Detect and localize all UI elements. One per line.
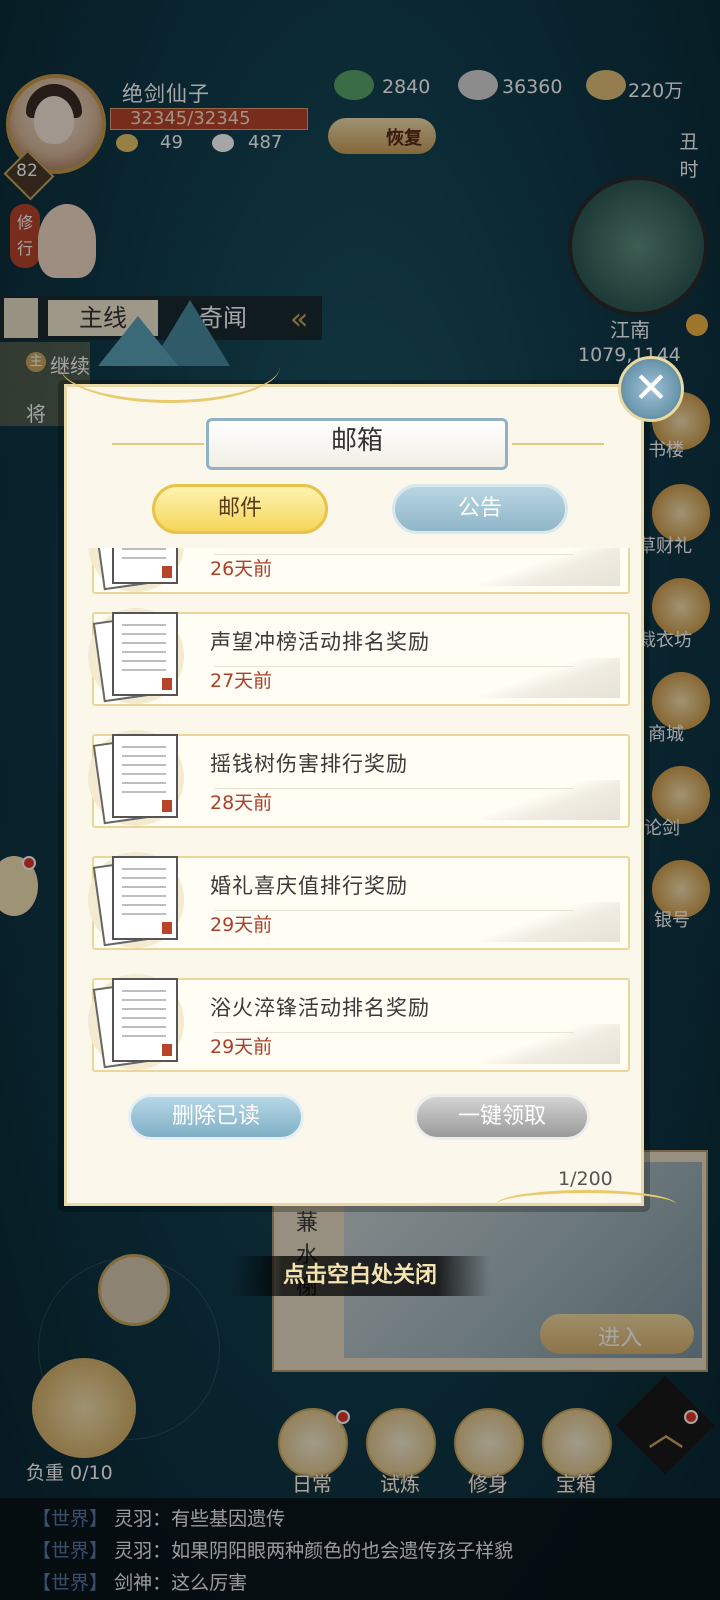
title-divider-right [512, 443, 604, 445]
mail-title: 婚礼喜庆值排行奖励 [210, 874, 408, 898]
mail-title: 摇钱树伤害排行奖励 [210, 752, 408, 776]
mail-date: 29天前 [210, 914, 273, 936]
mail-title: 浴火淬锋活动排名奖励 [210, 996, 430, 1020]
mail-count: 1/200 [558, 1168, 613, 1190]
mail-item[interactable]: 摇钱树伤害排行奖励 28天前 [84, 726, 630, 830]
title-divider-left [112, 443, 204, 445]
mail-date: 27天前 [210, 670, 273, 692]
mail-item[interactable]: 浴火淬锋活动排名奖励 29天前 [84, 970, 630, 1074]
mail-date: 28天前 [210, 792, 273, 814]
letter-icon [112, 612, 178, 696]
tab-mail[interactable]: 邮件 [152, 484, 328, 534]
delete-read-button[interactable]: 删除已读 [128, 1094, 304, 1140]
close-icon: ✕ [633, 363, 669, 412]
cloud-ornament [496, 1190, 676, 1219]
mail-item[interactable]: 婚礼喜庆值排行奖励 29天前 [84, 848, 630, 952]
mail-item[interactable]: 声望冲榜活动排名奖励 27天前 [84, 604, 630, 708]
mail-date: 26天前 [210, 558, 273, 580]
mail-title: 声望冲榜活动排名奖励 [210, 630, 430, 654]
cloud-ornament [60, 330, 280, 403]
mail-list[interactable]: 26天前 声望冲榜活动排名奖励 27天前 摇钱树伤害排行奖励 28天前 婚礼喜庆… [84, 548, 630, 1088]
letter-icon [112, 978, 178, 1062]
mail-date: 29天前 [210, 1036, 273, 1058]
mail-item[interactable]: 26天前 [84, 548, 630, 596]
tab-notice[interactable]: 公告 [392, 484, 568, 534]
dialog-title: 邮箱 [330, 426, 383, 456]
claim-all-button[interactable]: 一键领取 [414, 1094, 590, 1140]
close-hint: 点击空白处关闭 [230, 1256, 490, 1296]
letter-icon [112, 856, 178, 940]
letter-icon [112, 548, 178, 584]
letter-icon [112, 734, 178, 818]
